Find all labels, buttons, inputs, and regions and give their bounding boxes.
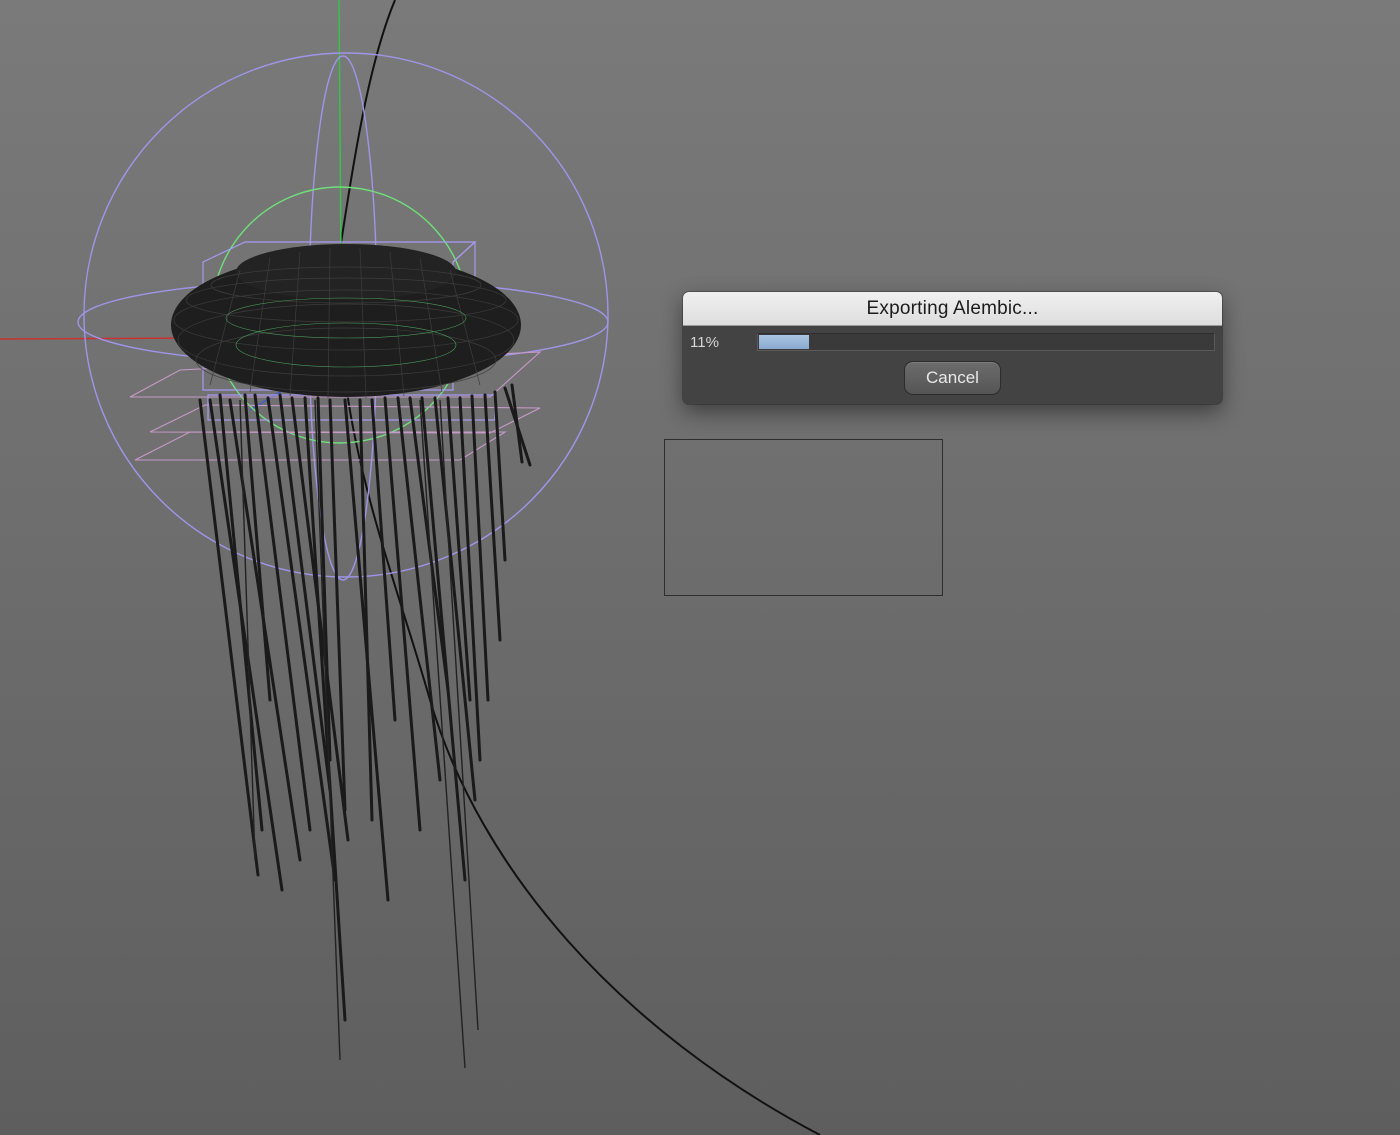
axis-y-line <box>338 0 342 261</box>
progress-row: 11% <box>683 333 1222 355</box>
dialog-title: Exporting Alembic... <box>866 297 1039 319</box>
jellyfish-tentacles-thin <box>239 399 479 1069</box>
progress-percent-label: 11% <box>690 334 719 351</box>
export-progress-dialog: Exporting Alembic... 11% Cancel <box>683 292 1222 404</box>
cancel-button[interactable]: Cancel <box>904 361 1001 395</box>
selection-marquee <box>664 439 943 596</box>
dialog-titlebar[interactable]: Exporting Alembic... <box>683 292 1222 326</box>
jellyfish-bell <box>171 244 521 399</box>
progress-bar-fill <box>759 335 809 349</box>
3d-viewport[interactable]: Exporting Alembic... 11% Cancel <box>0 0 1400 1135</box>
progress-bar <box>757 333 1215 351</box>
